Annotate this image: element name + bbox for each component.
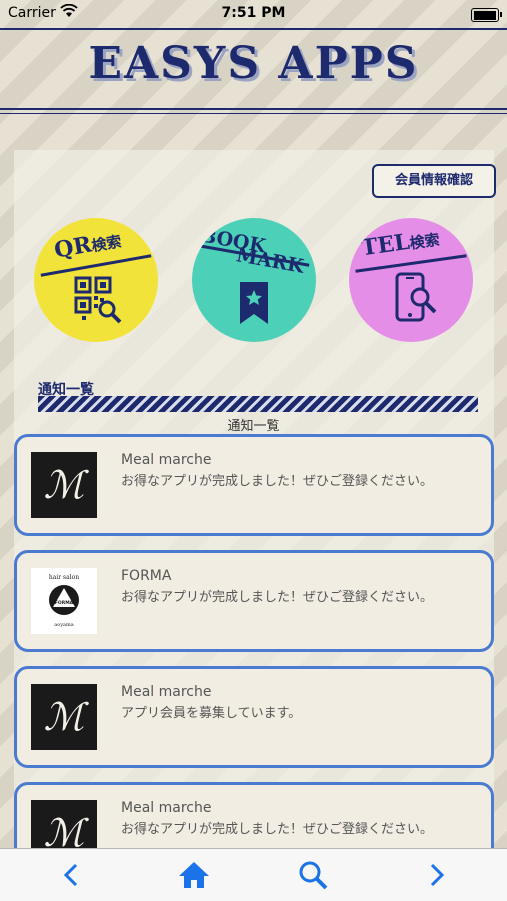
forma-logo: hair salon FORMA aoyama — [31, 568, 97, 634]
notification-card[interactable]: hair salon FORMA aoyama FORMA お得なアプリが完成し… — [14, 550, 494, 652]
notification-list-caption: 通知一覧 — [227, 419, 280, 434]
bookmark-button[interactable]: BOOK MARK — [192, 218, 316, 342]
header-bottom-rule-thin — [0, 113, 507, 114]
phone-search-icon — [393, 272, 439, 328]
member-info-button[interactable]: 会員情報確認 — [372, 164, 496, 198]
battery-icon — [471, 8, 502, 22]
section-divider — [38, 396, 478, 412]
qr-code-icon — [74, 276, 122, 328]
bottom-toolbar — [0, 848, 507, 901]
app-title: EASYS APPS — [88, 38, 419, 89]
home-icon — [179, 862, 209, 888]
notification-message: アプリ会員を募集しています。 — [121, 706, 302, 721]
chevron-right-icon — [430, 863, 445, 887]
meal-marche-logo: ℳ — [31, 684, 97, 750]
bookmark-label-line2: MARK — [234, 244, 306, 278]
forma-logo-top-text: hair salon — [49, 574, 79, 581]
notification-title: FORMA — [121, 568, 172, 584]
search-button[interactable] — [295, 859, 331, 891]
status-bar: Carrier 7:51 PM — [0, 0, 507, 28]
bookmark-icon — [240, 282, 268, 328]
forward-button[interactable] — [418, 859, 454, 891]
meal-marche-logo: ℳ — [31, 452, 97, 518]
notification-title: Meal marche — [121, 800, 212, 816]
clock: 7:51 PM — [221, 5, 286, 21]
qr-sub-label: 検索 — [90, 232, 123, 256]
notification-title: Meal marche — [121, 452, 212, 468]
forma-logo-name: FORMA — [55, 600, 74, 606]
search-icon — [299, 861, 328, 890]
back-button[interactable] — [54, 859, 90, 891]
qr-label: QR — [52, 231, 94, 264]
forma-logo-bottom-text: aoyama — [54, 622, 74, 628]
svg-text:ℳ: ℳ — [44, 695, 90, 739]
notification-message: お得なアプリが完成しました！ぜひご登録ください。 — [121, 822, 434, 837]
header-bottom-rule — [0, 108, 507, 110]
app-header: EASYS APPS — [0, 28, 507, 118]
tel-label: TEL — [359, 228, 412, 262]
chevron-left-icon — [63, 863, 78, 887]
svg-text:ℳ: ℳ — [44, 463, 90, 507]
notification-message: お得なアプリが完成しました！ぜひご登録ください。 — [121, 474, 434, 489]
notification-title: Meal marche — [121, 684, 212, 700]
notification-card[interactable]: ℳ Meal marche お得なアプリが完成しました！ぜひご登録ください。 — [14, 434, 494, 536]
notification-message: お得なアプリが完成しました！ぜひご登録ください。 — [121, 590, 434, 605]
tel-sub-label: 検索 — [408, 230, 441, 253]
home-button[interactable] — [176, 859, 212, 891]
qr-search-button[interactable]: QR検索 — [34, 218, 158, 342]
header-top-rule — [0, 28, 507, 30]
notification-card[interactable]: ℳ Meal marche アプリ会員を募集しています。 — [14, 666, 494, 768]
tel-search-button[interactable]: TEL検索 — [349, 218, 473, 342]
